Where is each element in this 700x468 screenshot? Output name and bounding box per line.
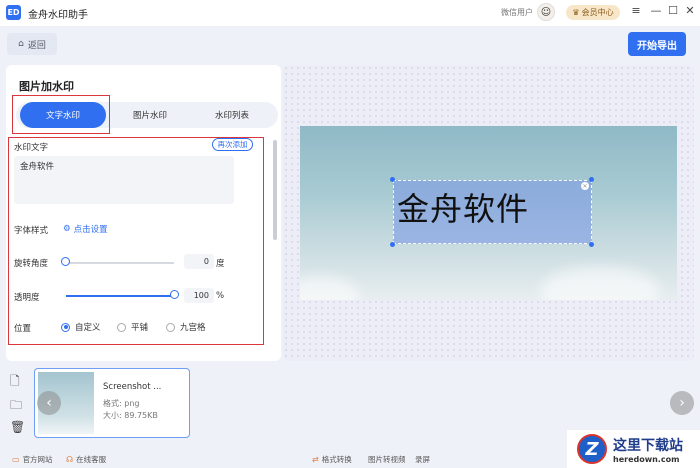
cloud-shape — [300, 276, 360, 300]
resize-handle[interactable] — [589, 242, 594, 247]
site-name-cn: 这里下载站 — [613, 437, 683, 454]
official-website-link[interactable]: ▭ 官方网站 — [12, 454, 53, 465]
format-convert-label: 格式转换 — [321, 455, 352, 464]
headset-icon: ☊ — [66, 455, 74, 464]
screen-record-link[interactable]: 录屏 — [415, 454, 430, 465]
thumbnail-filename: Screenshot ... — [103, 382, 162, 392]
avatar-icon: ☺ — [540, 6, 552, 18]
resize-handle[interactable] — [390, 177, 395, 182]
image-to-video-link[interactable]: 图片转视频 — [368, 454, 406, 465]
thumbnail-format: 格式: png — [103, 399, 140, 408]
site-logo-icon: Z — [577, 434, 607, 464]
convert-icon: ⇄ — [312, 455, 319, 464]
member-center-label: 会员中心 — [581, 8, 614, 17]
app-logo-icon: ED — [6, 5, 21, 20]
add-folder-icon[interactable]: 🗀 — [10, 396, 22, 417]
crown-icon: ♛ — [572, 8, 580, 17]
app-title: 金舟水印助手 — [28, 10, 88, 21]
delete-icon[interactable]: 🗑 — [10, 420, 25, 434]
monitor-icon: ▭ — [12, 455, 20, 464]
tab-highlight-box — [12, 95, 110, 134]
cloud-shape — [540, 266, 660, 300]
thumbnail-size: 大小: 89.75KB — [103, 411, 158, 420]
settings-highlight-box — [8, 137, 264, 345]
user-name[interactable]: 微信用户 — [501, 7, 533, 18]
add-file-icon[interactable]: 🗋 — [10, 372, 20, 393]
back-button[interactable]: ⌂ 返回 — [7, 33, 57, 55]
start-export-button[interactable]: 开始导出 — [628, 32, 686, 56]
panel-scrollbar[interactable] — [273, 140, 277, 240]
next-arrow-icon[interactable]: › — [670, 391, 694, 415]
title-bar: ED 金舟水印助手 微信用户 ☺ ♛ 会员中心 ≡ — ☐ ✕ — [0, 0, 700, 26]
remove-watermark-icon[interactable]: ✕ — [581, 182, 589, 190]
watermark-preview-text[interactable]: 金舟软件 — [397, 184, 529, 230]
home-icon: ⌂ — [18, 39, 24, 49]
site-logo-text: 这里下载站 heredown.com — [613, 435, 683, 464]
format-convert-link[interactable]: ⇄ 格式转换 — [312, 454, 352, 465]
resize-handle[interactable] — [589, 177, 594, 182]
user-avatar[interactable]: ☺ — [537, 3, 555, 21]
close-button[interactable]: ✕ — [683, 4, 697, 17]
panel-title: 图片加水印 — [19, 80, 74, 93]
official-website-label: 官方网站 — [22, 455, 53, 464]
maximize-button[interactable]: ☐ — [666, 4, 680, 17]
menu-icon[interactable]: ≡ — [629, 4, 643, 17]
site-logo: Z 这里下载站 heredown.com — [567, 430, 700, 468]
site-name-en: heredown.com — [613, 454, 680, 464]
online-support-link[interactable]: ☊ 在线客服 — [66, 454, 106, 465]
member-center-button[interactable]: ♛ 会员中心 — [566, 5, 620, 20]
tab-image-watermark[interactable]: 图片水印 — [110, 102, 190, 128]
minimize-button[interactable]: — — [649, 4, 663, 17]
online-support-label: 在线客服 — [76, 455, 107, 464]
back-label: 返回 — [27, 40, 46, 51]
resize-handle[interactable] — [390, 242, 395, 247]
tab-watermark-list[interactable]: 水印列表 — [192, 102, 272, 128]
prev-arrow-icon[interactable]: ‹ — [37, 391, 61, 415]
